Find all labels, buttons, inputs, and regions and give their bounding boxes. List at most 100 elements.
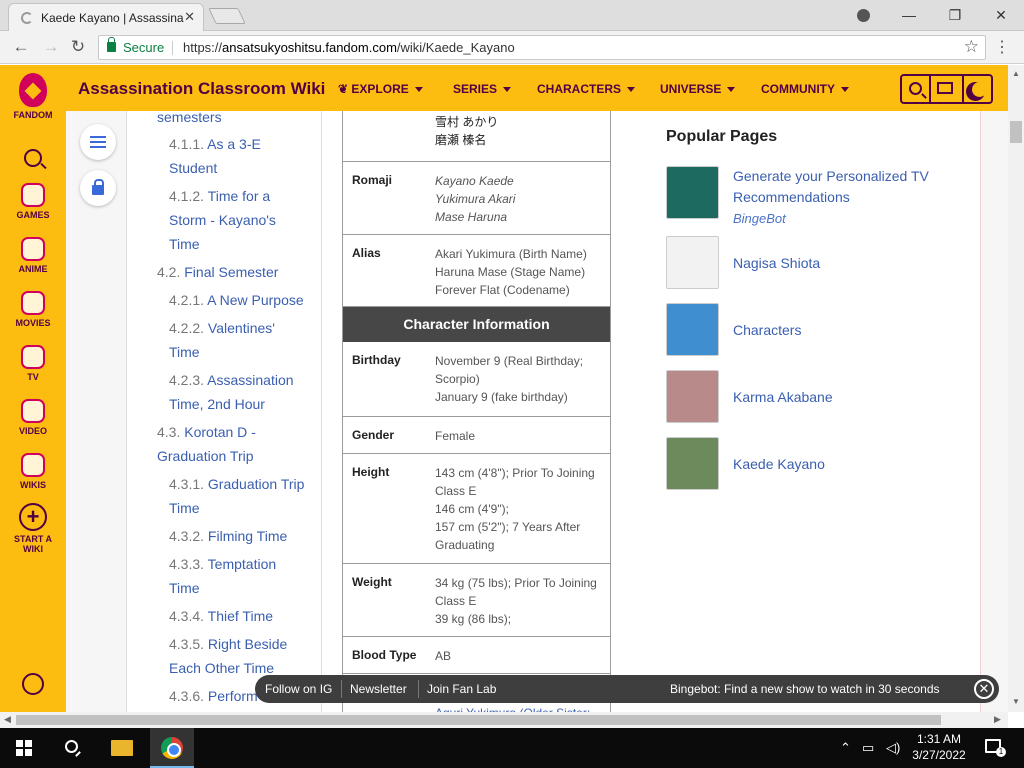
new-tab-button[interactable]: [208, 8, 246, 24]
scroll-right-arrow-icon[interactable]: ▶: [994, 714, 1001, 725]
toc-item[interactable]: 4.2.1. A New Purpose: [169, 288, 304, 312]
secure-label: Secure: [123, 40, 165, 55]
toc-item[interactable]: Time: [169, 496, 200, 520]
start-a-wiki-button[interactable]: + START A WIKI: [0, 503, 66, 554]
toc-item[interactable]: Time: [169, 232, 200, 256]
global-search-button[interactable]: [0, 149, 66, 167]
birthday-value: November 9 (Real Birthday; Scorpio) Januar…: [435, 354, 584, 404]
nav-explore[interactable]: ❦ EXPLORE: [338, 82, 423, 96]
join-fan-lab-link[interactable]: Join Fan Lab: [427, 682, 496, 696]
toc-item[interactable]: Time: [169, 576, 200, 600]
page-lock-button[interactable]: [80, 170, 116, 206]
family-value[interactable]: Aguri Yukimura (Older Sister;: [435, 704, 605, 712]
forward-button[interactable]: →: [41, 37, 61, 57]
bookmark-star-icon[interactable]: ☆: [964, 37, 979, 57]
follow-on-ig-link[interactable]: Follow on IG: [265, 682, 332, 696]
fandom-flame-icon: [19, 73, 47, 107]
toc-item[interactable]: 4.2.2. Valentines': [169, 316, 275, 340]
user-avatar-icon[interactable]: [22, 673, 44, 695]
fandom-logo[interactable]: FANDOM: [0, 73, 66, 120]
bingebot-link[interactable]: Bingebot: Find a new show to watch in 30…: [670, 682, 940, 696]
address-toolbar: ← → ↻ Secure https://ansatsukyoshitsu.fa…: [0, 31, 1024, 64]
start-wiki-label-1: START A: [14, 534, 52, 544]
toc-item[interactable]: Storm - Kayano's: [169, 208, 276, 232]
nav-characters[interactable]: CHARACTERS: [537, 82, 635, 96]
close-tab-icon[interactable]: ✕: [184, 9, 195, 25]
popular-page-item[interactable]: Characters: [666, 303, 966, 357]
windows-start-icon[interactable]: [16, 740, 32, 756]
tray-chevron-icon[interactable]: ⌃: [840, 740, 851, 756]
back-button[interactable]: ←: [11, 37, 31, 57]
address-bar[interactable]: Secure https://ansatsukyoshitsu.fandom.c…: [98, 35, 986, 60]
toc-item[interactable]: 4.1.2. Time for a: [169, 184, 270, 208]
toc-item[interactable]: 4.2.3. Assassination: [169, 368, 294, 392]
nav-video[interactable]: VIDEO: [0, 399, 66, 436]
search-icon: [24, 149, 42, 167]
horizontal-scrollbar[interactable]: ◀ ▶: [0, 712, 1008, 728]
infobox-row-blood-type: Blood Type AB: [343, 637, 610, 674]
vertical-scrollbar[interactable]: ▲ ▼: [1008, 65, 1024, 712]
toc-item[interactable]: 4.3.3. Temptation: [169, 552, 276, 576]
toc-item[interactable]: Time, 2nd Hour: [169, 392, 265, 416]
close-bar-icon[interactable]: ✕: [974, 679, 994, 699]
browser-tab[interactable]: Kaede Kayano | Assassina ✕: [8, 3, 204, 32]
toc-item[interactable]: 4.2. Final Semester: [157, 260, 278, 284]
scroll-down-arrow-icon[interactable]: ▼: [1012, 697, 1020, 706]
nav-anime-label: ANIME: [18, 264, 48, 274]
newsletter-link[interactable]: Newsletter: [350, 682, 407, 696]
nav-games[interactable]: GAMES: [0, 183, 66, 220]
toc-item[interactable]: 4.3.1. Graduation Trip: [169, 472, 304, 496]
toc-item[interactable]: Student: [169, 156, 217, 180]
scroll-thumb[interactable]: [16, 715, 941, 725]
toc-item[interactable]: Graduation Trip: [157, 444, 254, 468]
scroll-left-arrow-icon[interactable]: ◀: [4, 714, 11, 725]
toc-item[interactable]: 4.1.1. As a 3-E: [169, 132, 261, 156]
toc-item[interactable]: 4.3.6. Perform: [169, 684, 258, 708]
popular-page-item[interactable]: Karma Akabane: [666, 370, 966, 424]
page-content: semesters 4.1.1. As a 3-E Student 4.1.2.…: [66, 111, 1008, 712]
weight-value: 34 kg (75 lbs); Prior To Joining Class E3…: [435, 576, 597, 626]
fandom-bottom-bar: Follow on IG Newsletter Join Fan Lab Bin…: [255, 675, 999, 703]
infobox-row-kanji: 雪村 あかり 磨瀬 榛名: [343, 111, 610, 162]
nav-tv[interactable]: TV: [0, 345, 66, 382]
popular-page-item[interactable]: Generate your Personalized TV Recommenda…: [666, 166, 966, 226]
profile-icon[interactable]: [840, 0, 886, 30]
system-clock[interactable]: 1:31 AM 3/27/2022: [905, 731, 973, 763]
close-window-button[interactable]: ✕: [978, 0, 1024, 30]
toc-toggle-button[interactable]: [80, 124, 116, 160]
file-explorer-icon[interactable]: [111, 740, 133, 756]
nav-series[interactable]: SERIES: [453, 82, 511, 96]
url-text[interactable]: https://ansatsukyoshitsu.fandom.com/wiki…: [183, 40, 515, 55]
scroll-thumb[interactable]: [1010, 121, 1022, 143]
bingebot-thumbnail: [666, 166, 719, 219]
popular-page-item[interactable]: Nagisa Shiota: [666, 236, 966, 290]
chrome-taskbar-button[interactable]: [150, 728, 194, 768]
volume-icon[interactable]: ◁): [886, 740, 900, 756]
wiki-search-button[interactable]: [900, 74, 931, 104]
nav-movies[interactable]: MOVIES: [0, 291, 66, 328]
toc-item[interactable]: semesters: [157, 111, 222, 129]
scroll-up-arrow-icon[interactable]: ▲: [1012, 69, 1020, 78]
start-wiki-label-2: WIKI: [23, 544, 43, 554]
nav-universe[interactable]: UNIVERSE: [660, 82, 735, 96]
popular-page-item[interactable]: Kaede Kayano: [666, 437, 966, 491]
toc-item[interactable]: Time: [169, 340, 200, 364]
toc-item[interactable]: 4.3.4. Thief Time: [169, 604, 273, 628]
nav-wikis[interactable]: WIKIS: [0, 453, 66, 490]
toc-item[interactable]: Each Other Time: [169, 656, 274, 680]
wiki-title[interactable]: Assassination Classroom Wiki: [78, 79, 325, 99]
toc-item[interactable]: 4.3.2. Filming Time: [169, 524, 287, 548]
dark-mode-toggle[interactable]: [962, 74, 993, 104]
browser-menu-icon[interactable]: ⋮: [994, 37, 1010, 57]
action-center-icon[interactable]: 1: [985, 739, 1006, 757]
nav-community[interactable]: COMMUNITY: [761, 82, 849, 96]
minimize-button[interactable]: —: [886, 0, 932, 30]
maximize-button[interactable]: ❐: [932, 0, 978, 30]
reload-button[interactable]: ↻: [68, 37, 88, 57]
toc-item[interactable]: 4.3. Korotan D -: [157, 420, 256, 444]
nav-anime[interactable]: ANIME: [0, 237, 66, 274]
network-icon[interactable]: ▭: [862, 740, 874, 756]
discussions-button[interactable]: [931, 74, 962, 104]
taskbar-search-icon[interactable]: [65, 740, 78, 753]
toc-item[interactable]: 4.3.5. Right Beside: [169, 632, 287, 656]
